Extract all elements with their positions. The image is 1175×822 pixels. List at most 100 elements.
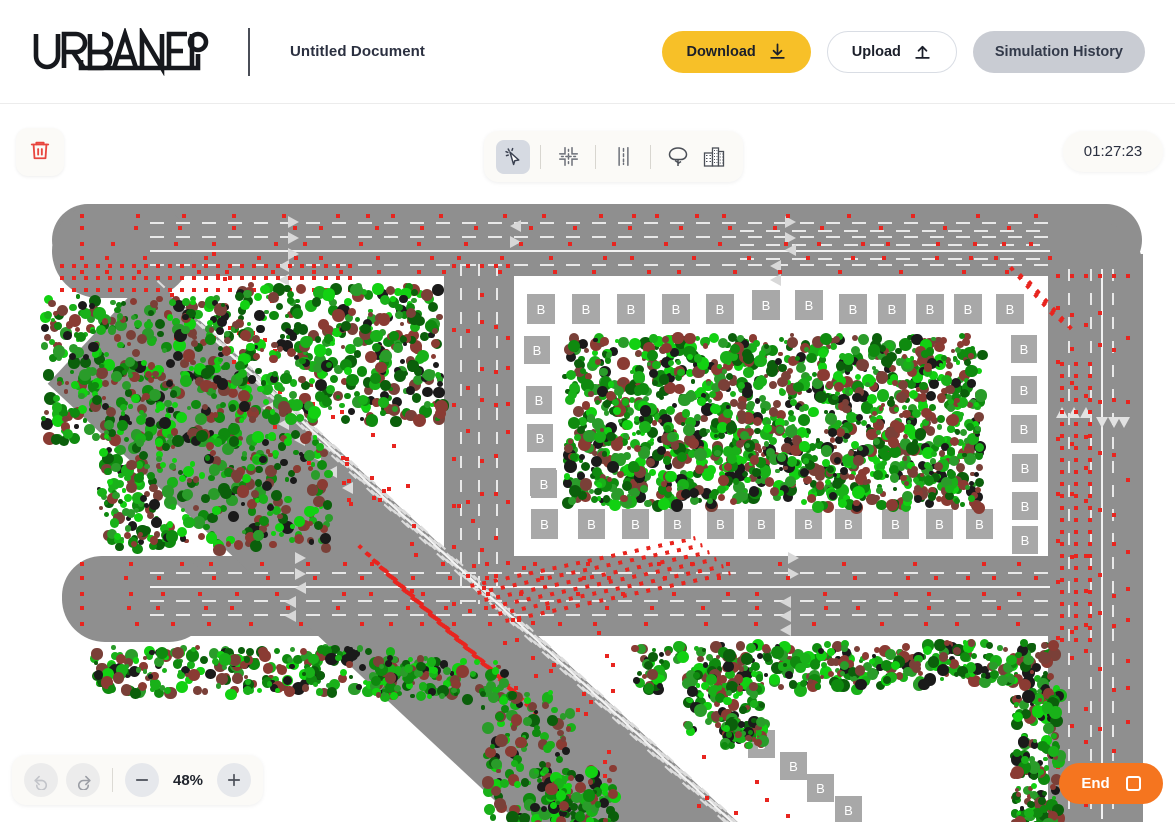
tree-blob — [280, 373, 291, 384]
building-block[interactable]: B — [524, 336, 550, 364]
tree-cluster[interactable] — [95, 429, 325, 544]
building-block[interactable]: B — [1011, 415, 1037, 443]
building-block[interactable]: B — [752, 290, 780, 320]
road-segment[interactable] — [1048, 222, 1143, 302]
tree-blob — [395, 304, 402, 311]
simulation-canvas[interactable]: BBBBBBBBBBBBBBBBBBBBBBBBBBBBBBBBBBBBBB — [0, 104, 1175, 822]
tree-cluster[interactable] — [1010, 684, 1055, 724]
tree-cluster[interactable] — [40, 294, 240, 439]
building-block[interactable]: B — [664, 509, 691, 539]
vehicle-dot — [934, 576, 938, 580]
tree-blob — [83, 418, 88, 423]
building-block[interactable]: B — [662, 294, 690, 324]
building-block[interactable]: B — [706, 294, 734, 324]
building-block[interactable]: B — [1012, 492, 1038, 520]
tree-blob — [96, 367, 108, 379]
tree-blob — [206, 442, 214, 450]
tree-cluster[interactable] — [1010, 732, 1055, 774]
tree-cluster[interactable] — [370, 654, 500, 694]
zoom-controls: 48% — [12, 755, 263, 805]
vehicle-dot — [494, 454, 498, 458]
tree-cluster[interactable] — [718, 714, 758, 744]
building-block[interactable]: B — [878, 294, 906, 324]
building-block[interactable]: B — [1012, 454, 1038, 482]
road-segment[interactable] — [62, 556, 212, 642]
tree-blob — [975, 389, 988, 402]
tree-blob — [799, 406, 805, 412]
undo-button[interactable] — [24, 763, 58, 797]
tree-cluster[interactable] — [540, 764, 610, 819]
upload-button[interactable]: Upload — [827, 31, 957, 73]
building-block[interactable]: B — [835, 796, 862, 822]
building-block[interactable]: B — [795, 509, 822, 539]
building-tool[interactable] — [697, 140, 731, 174]
vehicle-dot — [378, 498, 382, 502]
simulation-history-button[interactable]: Simulation History — [973, 31, 1145, 73]
intersection-tool[interactable] — [551, 140, 585, 174]
tree-blob — [106, 407, 117, 418]
vehicle-dot — [377, 270, 381, 274]
urbanflo-logo[interactable] — [32, 27, 214, 77]
building-block[interactable]: B — [526, 386, 552, 414]
tree-blob — [285, 314, 289, 318]
building-block[interactable]: B — [839, 294, 867, 324]
building-block[interactable]: B — [916, 294, 944, 324]
tree-blob — [624, 412, 631, 419]
tree-blob — [350, 284, 362, 296]
tree-cluster[interactable] — [880, 639, 1050, 679]
building-block[interactable]: B — [996, 294, 1024, 324]
select-cursor-tool[interactable] — [496, 140, 530, 174]
building-block[interactable]: B — [926, 509, 953, 539]
download-button[interactable]: Download — [662, 31, 810, 73]
building-block[interactable]: B — [807, 774, 834, 802]
tree-blob — [268, 292, 279, 303]
vehicle-dot — [824, 606, 828, 610]
building-block[interactable]: B — [707, 509, 734, 539]
tree-blob — [967, 379, 976, 388]
building-block[interactable]: B — [1012, 526, 1038, 554]
tree-blob — [876, 371, 889, 384]
building-block[interactable]: B — [780, 752, 807, 780]
building-block[interactable]: B — [882, 509, 909, 539]
building-block[interactable]: B — [1011, 376, 1037, 404]
tree-tool[interactable] — [661, 140, 695, 174]
building-block[interactable]: B — [622, 509, 649, 539]
zoom-out-button[interactable] — [125, 763, 159, 797]
zoom-in-button[interactable] — [217, 763, 251, 797]
end-simulation-button[interactable]: End — [1059, 763, 1163, 804]
building-block[interactable]: B — [1011, 335, 1037, 363]
building-block[interactable]: B — [795, 290, 823, 320]
tree-cluster[interactable] — [232, 282, 437, 417]
delete-button[interactable] — [16, 128, 64, 176]
document-title[interactable]: Untitled Document — [290, 43, 425, 60]
building-block[interactable]: B — [954, 294, 982, 324]
building-block[interactable]: B — [531, 509, 558, 539]
tree-blob — [1018, 736, 1030, 748]
tree-blob — [777, 453, 786, 462]
vehicle-dot — [371, 433, 375, 437]
tree-blob — [224, 337, 232, 345]
building-block[interactable]: B — [748, 509, 775, 539]
tree-blob — [328, 406, 332, 410]
tree-cluster[interactable] — [1010, 782, 1055, 822]
redo-button[interactable] — [66, 763, 100, 797]
building-block[interactable]: B — [527, 424, 553, 452]
tree-blob — [640, 492, 644, 496]
tree-cluster[interactable] — [562, 332, 977, 502]
tree-blob — [136, 667, 141, 672]
road-lane-tool[interactable] — [606, 140, 640, 174]
vehicle-dot — [471, 519, 475, 523]
building-block[interactable]: B — [617, 294, 645, 324]
tree-blob — [302, 684, 310, 692]
building-block[interactable]: B — [578, 509, 605, 539]
tree-blob — [737, 685, 744, 692]
tree-blob — [550, 802, 557, 809]
vehicle-dot — [80, 256, 84, 260]
tree-blob — [325, 348, 333, 356]
building-block[interactable]: B — [572, 294, 600, 324]
tree-blob — [203, 524, 209, 530]
tree-cluster[interactable] — [88, 644, 388, 689]
building-block[interactable]: B — [531, 470, 557, 498]
building-block[interactable]: B — [527, 294, 555, 324]
vehicle-dot — [1126, 686, 1130, 690]
